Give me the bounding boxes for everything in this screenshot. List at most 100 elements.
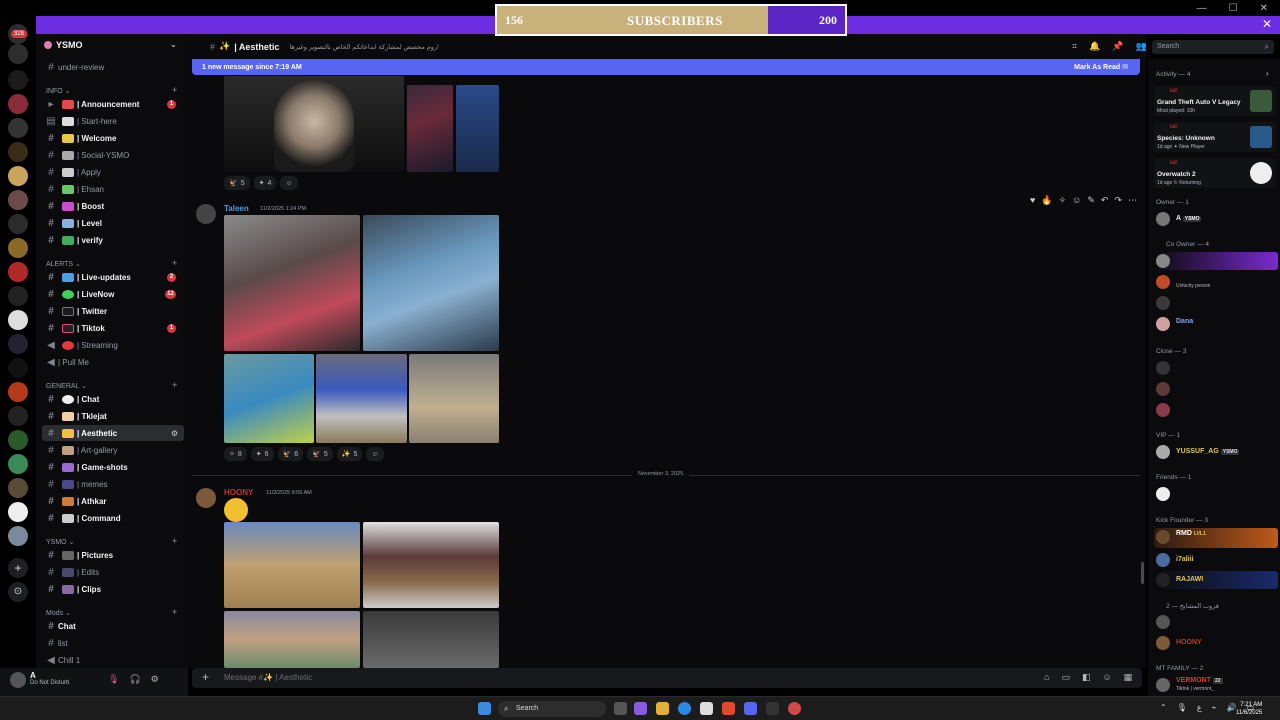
activity-card[interactable]: ta8 Overwatch 2 1d ago ↻ Returning xyxy=(1154,158,1276,188)
server-icon[interactable] xyxy=(8,94,28,114)
apps-icon[interactable]: ▦ xyxy=(1124,672,1133,683)
channel-pictures[interactable]: # | Pictures xyxy=(42,547,184,563)
server-icon[interactable] xyxy=(8,310,28,330)
image-attachment[interactable] xyxy=(224,354,314,443)
reaction[interactable]: ✧ 8 xyxy=(224,447,247,461)
emoji-picker-icon[interactable]: ☺ xyxy=(1102,672,1111,683)
pin-icon[interactable]: 📌 xyxy=(1112,41,1123,52)
image-attachment[interactable] xyxy=(363,522,499,608)
category-alerts[interactable]: ALERTS ⌄ xyxy=(46,260,81,268)
channel-social[interactable]: # | Social-YSMO xyxy=(42,147,184,163)
fire-icon[interactable]: 🔥 xyxy=(1041,195,1052,206)
channel-mods-chat[interactable]: # Chat xyxy=(42,618,184,634)
taskbar-clock[interactable]: 7:21 AM 11/6/2025 xyxy=(1236,701,1262,717)
server-icon[interactable] xyxy=(8,214,28,234)
channel-apply[interactable]: # | Apply xyxy=(42,164,184,180)
activity-card[interactable]: ta8 Grand Theft Auto V Legacy Most playe… xyxy=(1154,86,1276,116)
member-item[interactable] xyxy=(1154,380,1278,398)
avatar[interactable] xyxy=(196,488,216,508)
reaction[interactable]: ✦ 4 xyxy=(253,176,277,190)
channel-chat[interactable]: # | Chat xyxy=(42,391,184,407)
file-explorer-icon[interactable] xyxy=(656,702,669,715)
image-attachment[interactable] xyxy=(316,354,407,443)
avatar[interactable] xyxy=(10,672,26,688)
avatar[interactable] xyxy=(196,204,216,224)
member-item[interactable]: A YSMO xyxy=(1154,210,1278,228)
more-icon[interactable]: ⋯ xyxy=(1128,195,1137,206)
category-ysmo[interactable]: YSMO ⌄ xyxy=(46,538,74,546)
sticker-icon[interactable]: ◧ xyxy=(1082,672,1091,683)
windows-start-icon[interactable] xyxy=(478,702,491,715)
add-server-icon[interactable]: + xyxy=(8,558,28,578)
channel-tklejat[interactable]: # | Tklejat xyxy=(42,408,184,424)
discover-icon[interactable]: ⊙ xyxy=(8,582,28,602)
channel-announcement[interactable]: ▸ | Announcement 1 xyxy=(42,96,184,112)
member-item[interactable] xyxy=(1154,485,1278,503)
server-icon[interactable] xyxy=(8,118,28,138)
channel-memes[interactable]: # | memes xyxy=(42,476,184,492)
channel-under-review[interactable]: # under-review xyxy=(42,59,184,75)
message-author[interactable]: HOONY xyxy=(224,488,253,497)
member-item[interactable] xyxy=(1154,401,1278,419)
server-icon[interactable] xyxy=(8,334,28,354)
reaction[interactable]: ✨ 5 xyxy=(336,447,363,461)
member-item[interactable] xyxy=(1154,294,1278,312)
add-reaction-button[interactable]: ☺ xyxy=(280,176,298,190)
server-icon[interactable] xyxy=(8,382,28,402)
activity-card[interactable]: ta8 Species: Unknown 1d ago ✦ New Player xyxy=(1154,122,1276,152)
channel-live-updates[interactable]: # | Live-updates 2 xyxy=(42,269,184,285)
add-reaction-icon[interactable]: ☺ xyxy=(1072,195,1081,206)
image-attachment[interactable] xyxy=(363,611,499,668)
add-channel-icon[interactable]: + xyxy=(172,380,177,390)
close-icon[interactable]: ✕ xyxy=(1260,3,1268,14)
chevron-right-icon[interactable]: › xyxy=(1266,69,1269,78)
image-attachment[interactable] xyxy=(407,85,453,172)
channel-tiktok[interactable]: # | Tiktok 1 xyxy=(42,320,184,336)
language-icon[interactable]: ع xyxy=(1197,703,1202,712)
reaction[interactable]: 🦅 6 xyxy=(277,447,304,461)
member-item[interactable]: RAJAWI xyxy=(1154,571,1278,589)
close-banner-icon[interactable]: ✕ xyxy=(1262,17,1272,31)
search-input[interactable]: Search ⌕ xyxy=(1152,40,1274,54)
reaction[interactable]: ✦ 6 xyxy=(250,447,274,461)
sparkle-icon[interactable]: ✧ xyxy=(1059,195,1067,206)
reply-icon[interactable]: ↶ xyxy=(1101,195,1109,206)
member-item[interactable]: VERMONT 22 Tiktok | vermont_ xyxy=(1154,676,1278,694)
gift-icon[interactable]: ⌂ xyxy=(1044,672,1049,683)
server-icon[interactable] xyxy=(8,190,28,210)
edit-icon[interactable]: ✎ xyxy=(1087,195,1095,206)
server-icon[interactable] xyxy=(8,526,28,546)
copilot-icon[interactable] xyxy=(634,702,647,715)
mic-icon[interactable]: 🎙 xyxy=(1177,703,1187,712)
add-reaction-button[interactable]: ☺ xyxy=(366,447,384,461)
channel-aesthetic[interactable]: # | Aesthetic ⚙ xyxy=(42,425,184,441)
heart-icon[interactable]: ♥ xyxy=(1030,195,1035,206)
server-icon[interactable] xyxy=(8,286,28,306)
server-icon[interactable] xyxy=(8,478,28,498)
image-attachment[interactable] xyxy=(224,522,360,608)
app-icon[interactable] xyxy=(766,702,779,715)
channel-art-gallery[interactable]: # | Art-gallery xyxy=(42,442,184,458)
server-icon[interactable] xyxy=(8,430,28,450)
member-item[interactable]: YUSSUF_AG YSMO xyxy=(1154,443,1278,461)
channel-game-shots[interactable]: # | Game-shots xyxy=(42,459,184,475)
server-icon[interactable] xyxy=(8,238,28,258)
maximize-icon[interactable]: ☐ xyxy=(1229,3,1238,14)
channel-boost[interactable]: # | Boost xyxy=(42,198,184,214)
bell-icon[interactable]: 🔔 xyxy=(1089,41,1100,52)
channel-ehsan[interactable]: # | Ehsan xyxy=(42,181,184,197)
network-icon[interactable]: ⌁ xyxy=(1212,703,1217,712)
server-icon[interactable] xyxy=(8,166,28,186)
member-item[interactable] xyxy=(1154,613,1278,631)
channel-twitter[interactable]: # | Twitter xyxy=(42,303,184,319)
channel-start-here[interactable]: ▤ | Start-here xyxy=(42,113,184,129)
message-author[interactable]: Taleen xyxy=(224,204,249,213)
settings-gear-icon[interactable]: ⚙ xyxy=(171,429,178,438)
image-attachment[interactable] xyxy=(456,85,499,172)
server-icon[interactable] xyxy=(8,262,28,282)
member-item[interactable]: Unlucky person xyxy=(1154,273,1278,291)
image-attachment[interactable] xyxy=(409,354,499,443)
server-icon[interactable] xyxy=(8,406,28,426)
server-icon[interactable] xyxy=(8,142,28,162)
add-attachment-icon[interactable]: + xyxy=(202,670,209,684)
